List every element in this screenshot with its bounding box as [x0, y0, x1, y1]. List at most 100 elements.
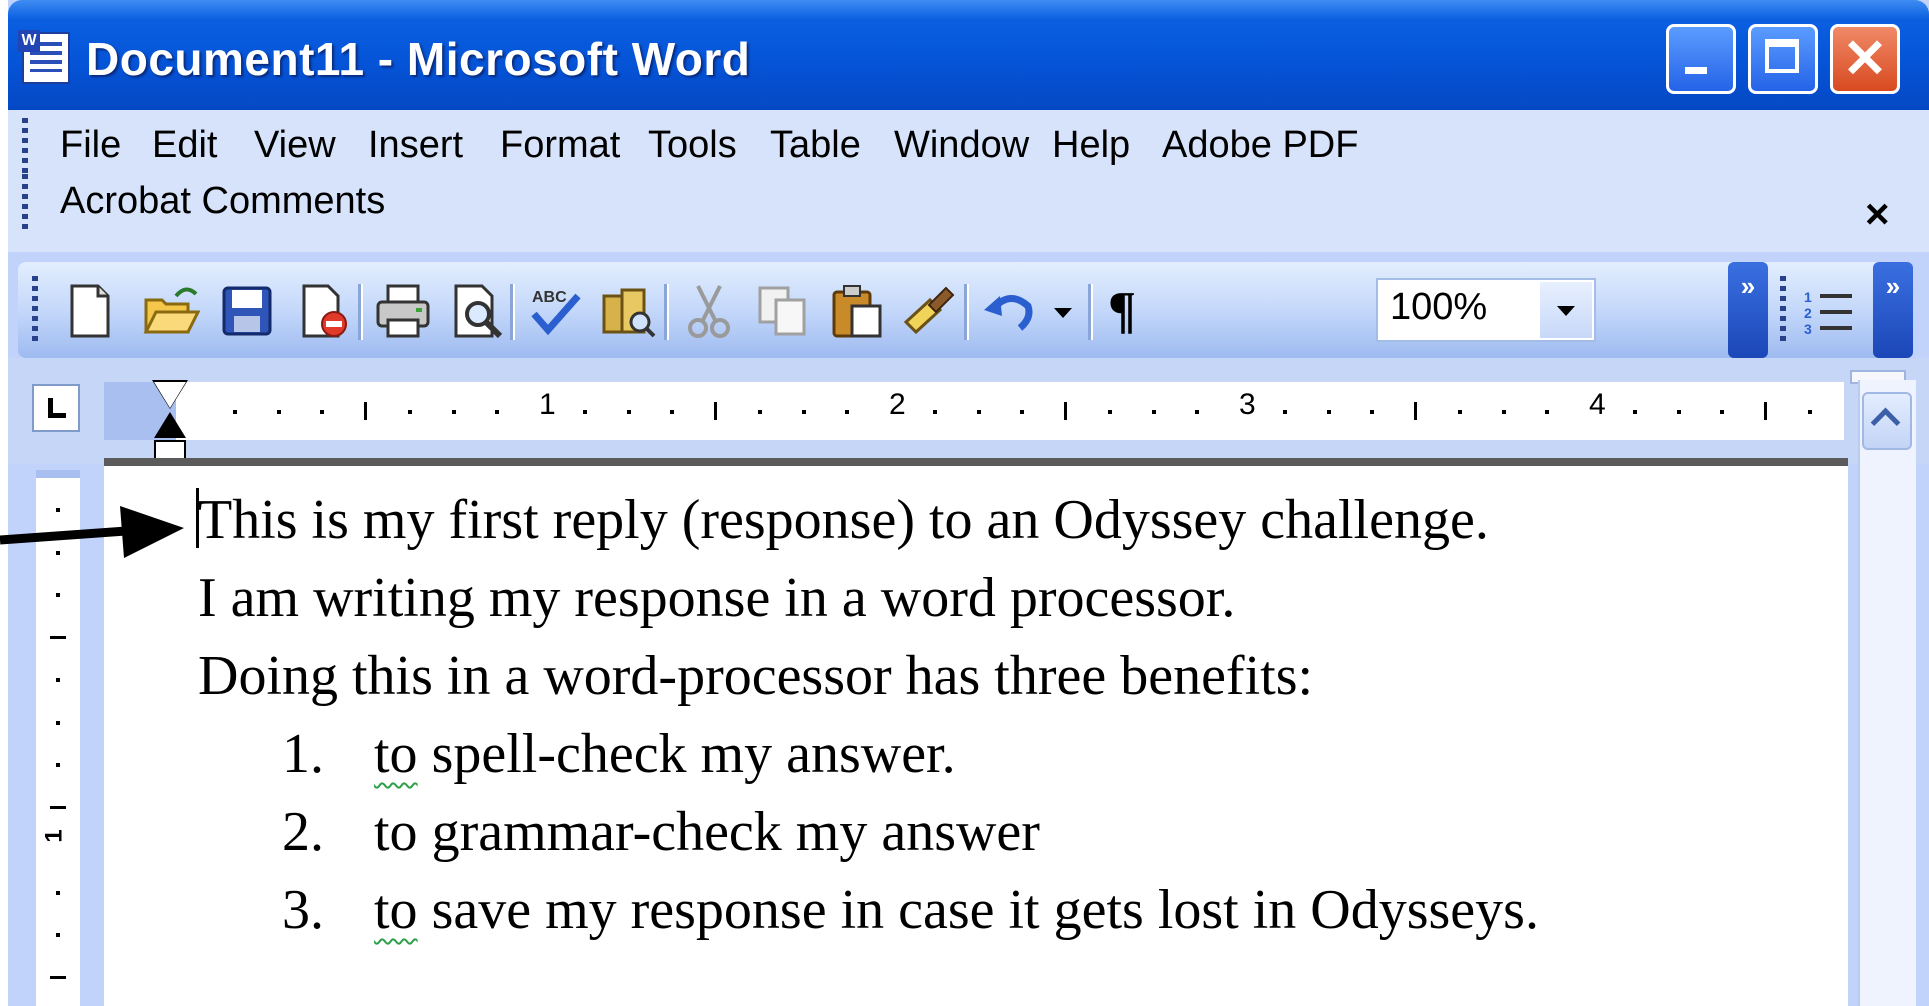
formatting-toolbar-grip[interactable] [1780, 276, 1786, 342]
research-icon[interactable] [600, 282, 658, 340]
paste-icon[interactable] [828, 282, 886, 340]
minimize-button[interactable] [1666, 24, 1736, 94]
ruler-number: 3 [1239, 388, 1256, 421]
ruler-tick [1370, 410, 1375, 414]
grammar-squiggle-word[interactable]: to [374, 723, 418, 785]
ruler-half-tick [1764, 402, 1767, 420]
spelling-icon[interactable]: ABC [526, 282, 584, 340]
menu-edit[interactable]: Edit [152, 124, 217, 167]
vertical-ruler-tick [56, 763, 60, 767]
tab-selector-icon[interactable] [32, 384, 80, 432]
menu-close-icon[interactable]: × [1865, 190, 1890, 238]
ruler-tick [407, 410, 412, 414]
copy-icon[interactable] [754, 282, 812, 340]
menu-help[interactable]: Help [1052, 124, 1130, 167]
chevron-down-icon[interactable] [1540, 282, 1592, 338]
vertical-ruler-tick [50, 975, 66, 979]
ruler-half-tick [1414, 402, 1417, 420]
maximize-button[interactable] [1748, 24, 1818, 94]
page-top-edge [104, 458, 1848, 466]
grammar-squiggle-word[interactable]: to [374, 879, 418, 941]
ruler-tick [626, 410, 631, 414]
svg-text:1: 1 [1804, 289, 1812, 305]
ruler-tick [1501, 410, 1506, 414]
zoom-select[interactable]: 100% [1376, 278, 1596, 342]
standard-toolbar: ABC ¶ 100% » 1 2 3 » [18, 262, 1913, 358]
permission-icon[interactable] [294, 282, 352, 340]
document-line-2[interactable]: I am writing my response in a word proce… [198, 566, 1235, 630]
save-icon[interactable] [218, 282, 276, 340]
vertical-ruler-number: 1 [40, 829, 68, 843]
minimize-icon [1685, 67, 1707, 74]
ruler-tick [1545, 410, 1550, 414]
print-preview-icon[interactable] [448, 282, 506, 340]
ruler-tick [845, 410, 850, 414]
ruler-tick [495, 410, 500, 414]
menu-window[interactable]: Window [894, 124, 1029, 167]
undo-dropdown-icon[interactable] [1048, 282, 1078, 340]
list-item-first-word: to [374, 801, 418, 863]
list-item-3[interactable]: to save my response in case it gets lost… [374, 878, 1539, 942]
annotation-arrow-icon [0, 506, 184, 558]
print-icon[interactable] [374, 282, 432, 340]
list-item-1[interactable]: to spell-check my answer. [374, 722, 956, 786]
menubar-grip-2[interactable] [22, 174, 28, 232]
menubar-grip[interactable] [22, 118, 28, 174]
svg-text:2: 2 [1804, 305, 1812, 321]
ruler-tick [1457, 410, 1462, 414]
ruler-tick [1151, 410, 1156, 414]
ruler-tick [1720, 410, 1725, 414]
cut-icon[interactable] [680, 282, 738, 340]
menu-bar: File Edit View Insert Format Tools Table… [8, 110, 1929, 252]
ruler-tick [1195, 410, 1200, 414]
scroll-up-icon[interactable] [1862, 392, 1912, 450]
new-icon[interactable] [60, 282, 118, 340]
vertical-ruler-tick [50, 635, 66, 639]
menu-adobe-pdf[interactable]: Adobe PDF [1162, 124, 1358, 167]
close-button[interactable]: ✕ [1830, 24, 1900, 94]
ruler-number: 1 [539, 388, 556, 421]
vertical-ruler-tick [56, 593, 60, 597]
format-painter-icon[interactable] [900, 282, 958, 340]
ruler-number: 4 [1589, 388, 1606, 421]
zoom-value: 100% [1390, 286, 1488, 328]
horizontal-ruler[interactable]: 1 2 3 4 [104, 380, 1844, 466]
vertical-ruler-tick [56, 678, 60, 682]
menu-acrobat-comments[interactable]: Acrobat Comments [60, 180, 385, 223]
vertical-ruler-tick [56, 933, 60, 937]
menu-table[interactable]: Table [770, 124, 861, 167]
ruler-tick [757, 410, 762, 414]
show-formatting-icon[interactable]: ¶ [1108, 282, 1166, 340]
list-number: 2. [282, 801, 324, 863]
ruler-tick [932, 410, 937, 414]
open-icon[interactable] [142, 282, 200, 340]
menu-tools[interactable]: Tools [648, 124, 737, 167]
word-app-icon[interactable]: W [18, 30, 70, 84]
ruler-tick [1807, 410, 1812, 414]
vertical-ruler-tick [56, 890, 60, 895]
document-line-1[interactable]: This is my first reply (response) to an … [198, 488, 1489, 552]
title-bar[interactable]: W Document11 - Microsoft Word ✕ [8, 0, 1929, 110]
menu-insert[interactable]: Insert [368, 124, 463, 167]
vertical-ruler-tick [56, 720, 60, 725]
numbering-icon[interactable]: 1 2 3 [1800, 282, 1858, 340]
menu-format[interactable]: Format [500, 124, 620, 167]
document-page[interactable]: This is my first reply (response) to an … [104, 466, 1848, 1006]
toolbar-options-icon[interactable]: » [1728, 262, 1768, 358]
undo-icon[interactable] [980, 282, 1038, 340]
maximize-icon [1765, 39, 1799, 73]
list-item-2[interactable]: to grammar-check my answer [374, 800, 1040, 864]
word-window: W Document11 - Microsoft Word ✕ File Edi… [8, 0, 1929, 1006]
ruler-tick [976, 410, 981, 414]
ruler-tick [1632, 410, 1637, 414]
list-item-text: save my response in case it gets lost in… [417, 879, 1539, 941]
toolbar-options-icon-2[interactable]: » [1873, 262, 1913, 358]
menu-view[interactable]: View [254, 124, 336, 167]
ruler-tick [232, 410, 237, 414]
list-item-text: spell-check my answer. [417, 723, 956, 785]
toolbar-grip[interactable] [32, 276, 38, 342]
menu-file[interactable]: File [60, 124, 121, 167]
document-line-3[interactable]: Doing this in a word-processor has three… [198, 644, 1313, 708]
ruler-tick [1676, 410, 1681, 414]
vertical-scrollbar[interactable] [1858, 380, 1916, 1006]
